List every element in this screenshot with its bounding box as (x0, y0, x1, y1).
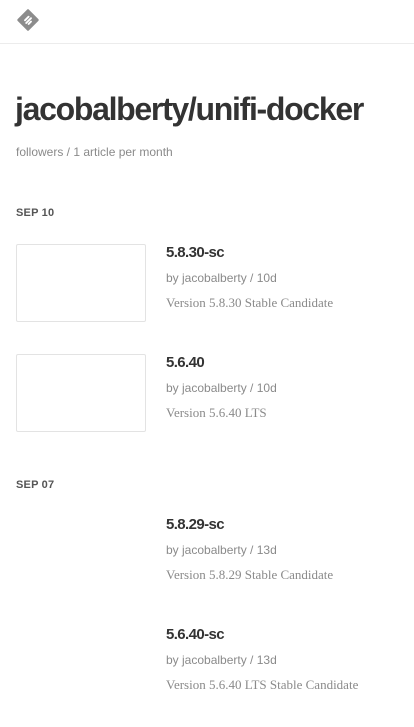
article-summary: Version 5.6.40 LTS Stable Candidate (166, 677, 359, 692)
article-meta: by jacobalberty / 10d (166, 381, 277, 395)
article-title[interactable]: 5.6.40 (166, 354, 205, 371)
article-item[interactable]: 5.8.29-sc by jacobalberty / 13d Version … (0, 516, 414, 596)
article-item[interactable]: 5.6.40 by jacobalberty / 10d Version 5.6… (0, 354, 414, 434)
article-summary: Version 5.8.29 Stable Candidate (166, 567, 334, 582)
article-item[interactable]: 5.6.40-sc by jacobalberty / 13d Version … (0, 626, 414, 706)
top-bar (0, 0, 414, 44)
article-meta: by jacobalberty / 13d (166, 653, 277, 667)
article-summary: Version 5.8.30 Stable Candidate (166, 295, 334, 310)
article-meta: by jacobalberty / 13d (166, 543, 277, 557)
article-title[interactable]: 5.6.40-sc (166, 626, 225, 643)
feedly-logo-icon[interactable] (16, 8, 40, 32)
article-thumbnail[interactable] (16, 244, 146, 322)
feed-title: jacobalberty/unifi-docker (15, 91, 364, 127)
section-date: SEP 10 (16, 207, 55, 219)
article-meta: by jacobalberty / 10d (166, 271, 277, 285)
section-date: SEP 07 (16, 479, 55, 491)
article-title[interactable]: 5.8.29-sc (166, 516, 225, 533)
article-summary: Version 5.6.40 LTS (166, 405, 267, 420)
feed-subtitle: followers / 1 article per month (16, 145, 173, 159)
article-item[interactable]: 5.8.30-sc by jacobalberty / 10d Version … (0, 244, 414, 324)
article-title[interactable]: 5.8.30-sc (166, 244, 225, 261)
article-thumbnail[interactable] (16, 354, 146, 432)
